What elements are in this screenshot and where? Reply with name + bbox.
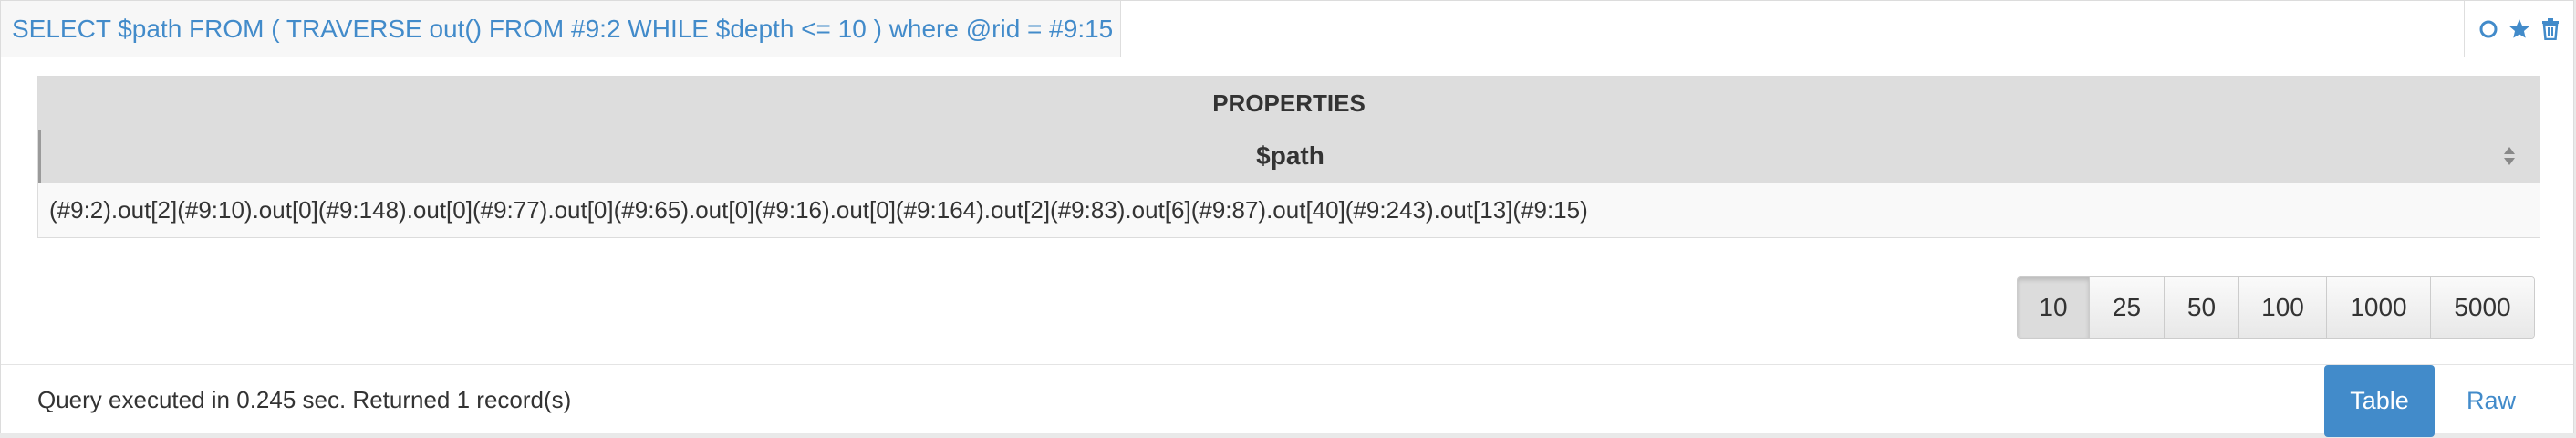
- page-size-25[interactable]: 25: [2089, 277, 2164, 338]
- star-icon[interactable]: [2507, 16, 2532, 42]
- page-size-50[interactable]: 50: [2164, 277, 2238, 338]
- column-header-label: $path: [1256, 141, 1324, 170]
- properties-group-header: PROPERTIES: [38, 77, 2540, 130]
- page-size-100[interactable]: 100: [2238, 277, 2326, 338]
- query-actions: [2464, 1, 2573, 57]
- page-size-10[interactable]: 10: [2018, 277, 2089, 338]
- query-result-panel: SELECT $path FROM ( TRAVERSE out() FROM …: [0, 0, 2574, 437]
- table-cell-path: (#9:2).out[2](#9:10).out[0](#9:148).out[…: [49, 196, 1588, 224]
- table-row[interactable]: (#9:2).out[2](#9:10).out[0](#9:148).out[…: [38, 183, 2540, 237]
- raw-view-button[interactable]: Raw: [2446, 365, 2537, 437]
- query-status: Query executed in 0.245 sec. Returned 1 …: [37, 386, 572, 413]
- query-header[interactable]: SELECT $path FROM ( TRAVERSE out() FROM …: [1, 1, 1121, 57]
- page-size-1000[interactable]: 1000: [2326, 277, 2430, 338]
- page-size-5000[interactable]: 5000: [2430, 277, 2534, 338]
- result-footer: Query executed in 0.245 sec. Returned 1 …: [1, 364, 2573, 437]
- page-size-selector: 10 25 50 100 1000 5000: [2017, 276, 2535, 339]
- table-view-button[interactable]: Table: [2324, 365, 2435, 437]
- results-table: PROPERTIES $path (#9:2).out[2](#9:10).ou…: [37, 76, 2540, 238]
- trash-icon[interactable]: [2538, 16, 2563, 42]
- sort-icon[interactable]: [2501, 143, 2518, 169]
- query-text[interactable]: SELECT $path FROM ( TRAVERSE out() FROM …: [12, 1, 1113, 57]
- column-header-path[interactable]: $path: [38, 130, 2540, 183]
- circle-icon[interactable]: [2476, 16, 2501, 42]
